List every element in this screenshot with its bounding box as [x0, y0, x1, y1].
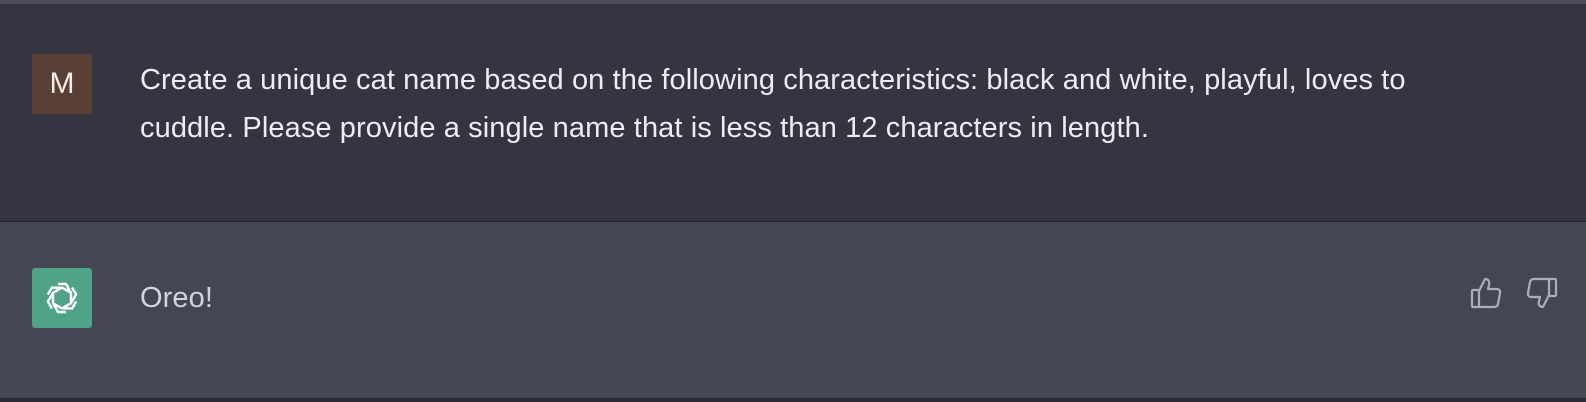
- user-message-row: M Create a unique cat name based on the …: [0, 4, 1586, 222]
- assistant-message-row: Oreo!: [0, 222, 1586, 398]
- user-avatar: M: [32, 54, 92, 114]
- user-avatar-initial: M: [49, 67, 75, 100]
- assistant-avatar: [32, 268, 92, 328]
- openai-logo-icon: [46, 282, 78, 314]
- thumbs-up-button[interactable]: [1470, 276, 1502, 310]
- user-message-text: Create a unique cat name based on the fo…: [140, 64, 1406, 144]
- thumbs-up-icon: [1470, 277, 1502, 309]
- thumbs-down-icon: [1526, 277, 1558, 309]
- thumbs-down-button[interactable]: [1526, 276, 1558, 310]
- bottom-divider: [0, 398, 1586, 402]
- chat-thread: M Create a unique cat name based on the …: [0, 0, 1586, 402]
- assistant-message-text: Oreo!: [140, 282, 214, 314]
